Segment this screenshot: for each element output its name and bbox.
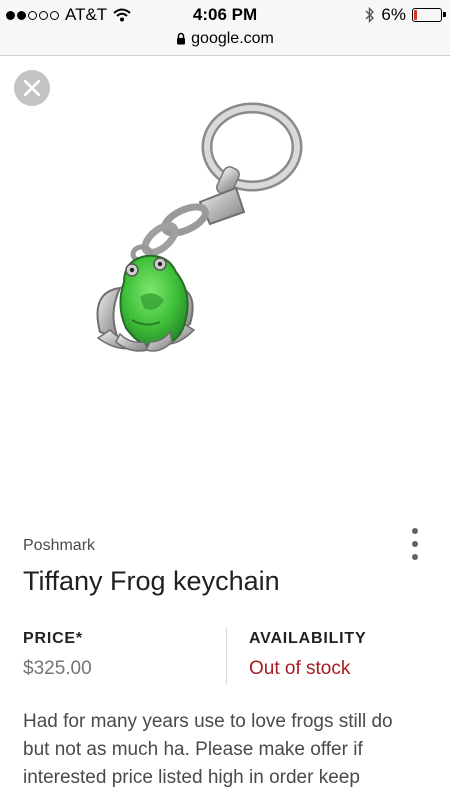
availability-value: Out of stock bbox=[249, 658, 351, 679]
lock-icon bbox=[177, 32, 186, 45]
bluetooth-icon bbox=[365, 7, 375, 23]
close-button[interactable] bbox=[14, 70, 50, 106]
url-domain: google.com bbox=[191, 30, 274, 47]
product-title: Tiffany Frog keychain bbox=[23, 566, 280, 596]
more-vert-icon[interactable] bbox=[405, 525, 425, 563]
status-right: 6% bbox=[365, 5, 446, 25]
product-description: Had for many years use to love frogs sti… bbox=[23, 711, 393, 788]
price-section: PRICE* $325.00 bbox=[23, 630, 92, 680]
availability-label: AVAILABILITY bbox=[249, 630, 367, 647]
price-value: $325.00 bbox=[23, 658, 92, 679]
product-image bbox=[96, 102, 303, 352]
battery-icon bbox=[412, 8, 446, 22]
column-divider bbox=[226, 627, 227, 685]
price-label: PRICE* bbox=[23, 630, 83, 647]
close-icon bbox=[23, 79, 41, 97]
merchant-name: Poshmark bbox=[23, 537, 96, 554]
url-bar[interactable]: google.com bbox=[0, 30, 450, 56]
availability-section: AVAILABILITY Out of stock bbox=[249, 630, 366, 680]
status-bar: AT&T 4:06 PM 6% bbox=[0, 0, 450, 30]
battery-percent: 6% bbox=[381, 5, 406, 24]
